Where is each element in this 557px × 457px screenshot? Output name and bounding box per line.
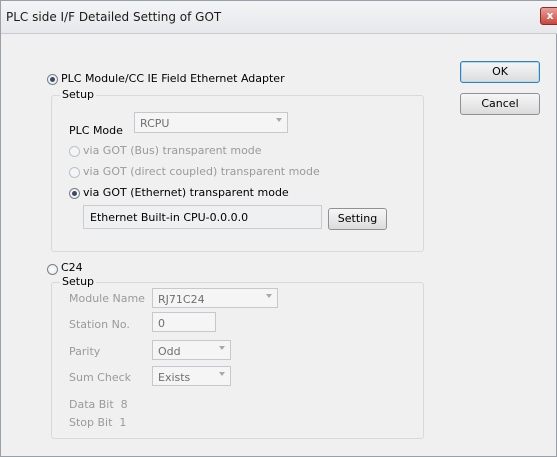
sum-check-label: Sum Check — [69, 371, 132, 384]
chevron-down-icon — [266, 294, 272, 298]
data-bit-text: Data Bit 8 — [69, 398, 128, 411]
plc-mode-value: RCPU — [140, 117, 170, 130]
module-name-label: Module Name — [69, 292, 145, 305]
cancel-button-label: Cancel — [481, 97, 519, 110]
station-no-label: Station No. — [69, 318, 130, 331]
chevron-down-icon — [219, 346, 225, 350]
sum-check-value: Exists — [158, 371, 191, 384]
plc-mode-label: PLC Mode — [69, 124, 123, 137]
close-icon: x — [546, 9, 554, 22]
module-name-select[interactable]: RJ71C24 — [152, 288, 278, 308]
plc-if-settings-dialog: PLC side I/F Detailed Setting of GOT x O… — [0, 0, 557, 457]
direct-coupled-transparent-radio[interactable] — [69, 167, 80, 178]
ethernet-target-value: Ethernet Built-in CPU-0.0.0.0 — [90, 211, 249, 224]
chevron-down-icon — [219, 372, 225, 376]
setting-button[interactable]: Setting — [328, 208, 387, 230]
window-title: PLC side I/F Detailed Setting of GOT — [6, 10, 222, 24]
setting-button-label: Setting — [337, 212, 378, 225]
station-no-value: 0 — [158, 317, 165, 330]
parity-value: Odd — [158, 345, 181, 358]
ok-button[interactable]: OK — [460, 61, 540, 83]
plc-module-option-label[interactable]: PLC Module/CC IE Field Ethernet Adapter — [61, 72, 285, 85]
ethernet-transparent-label[interactable]: via GOT (Ethernet) transparent mode — [83, 186, 289, 199]
module-name-value: RJ71C24 — [158, 293, 205, 306]
title-bar: PLC side I/F Detailed Setting of GOT x — [1, 1, 557, 34]
c24-setup-legend: Setup — [60, 275, 97, 288]
stop-bit-text: Stop Bit 1 — [69, 416, 127, 429]
cancel-button[interactable]: Cancel — [460, 93, 540, 115]
direct-coupled-transparent-label: via GOT (direct coupled) transparent mod… — [83, 165, 320, 178]
parity-select[interactable]: Odd — [152, 340, 231, 360]
parity-label: Parity — [69, 345, 101, 358]
ok-button-label: OK — [492, 65, 508, 78]
plc-mode-select[interactable]: RCPU — [134, 112, 288, 133]
c24-option-label[interactable]: C24 — [61, 261, 83, 274]
close-button[interactable]: x — [540, 7, 557, 25]
plc-module-radio[interactable] — [47, 74, 58, 85]
c24-radio[interactable] — [47, 264, 58, 275]
plc-module-setup-legend: Setup — [60, 88, 97, 101]
chevron-down-icon — [276, 118, 282, 122]
ethernet-transparent-radio[interactable] — [69, 188, 80, 199]
bus-transparent-radio[interactable] — [69, 146, 80, 157]
station-no-input[interactable]: 0 — [152, 312, 216, 332]
bus-transparent-label: via GOT (Bus) transparent mode — [83, 144, 262, 157]
ethernet-target-display: Ethernet Built-in CPU-0.0.0.0 — [83, 205, 322, 229]
sum-check-select[interactable]: Exists — [152, 366, 231, 386]
